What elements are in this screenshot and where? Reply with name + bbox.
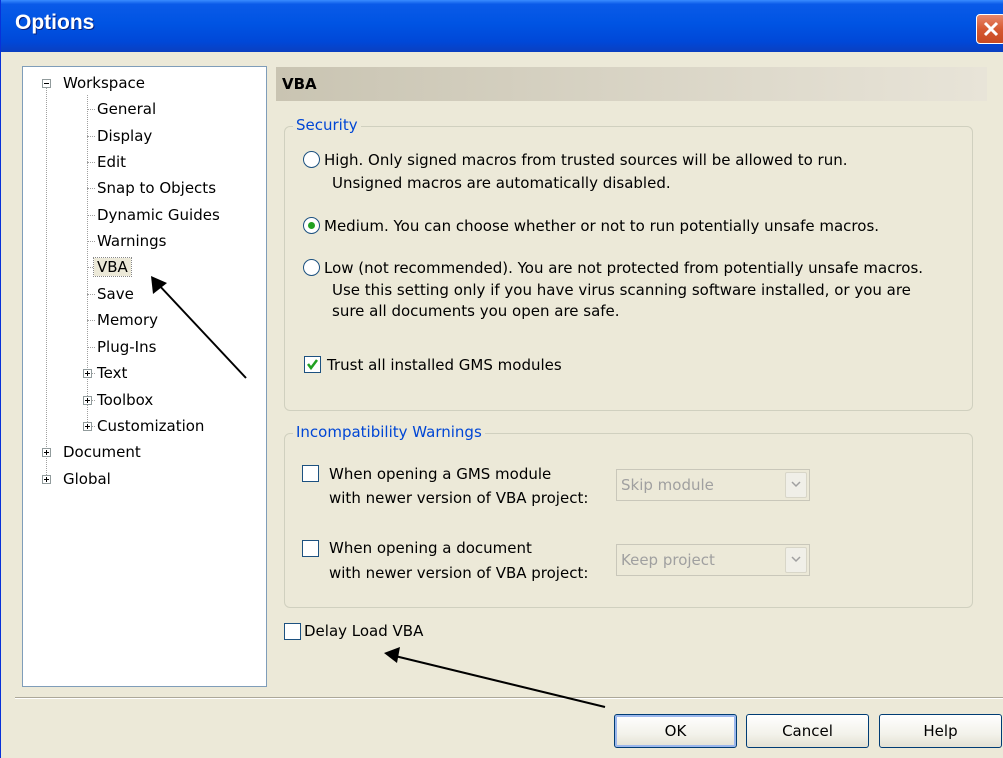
annotation-arrows: [151, 276, 606, 708]
options-dialog: Options Workspace General Display Edit S…: [0, 0, 1003, 758]
arrow-to-delay-load: [384, 647, 606, 708]
arrow-to-vba: [151, 276, 247, 379]
